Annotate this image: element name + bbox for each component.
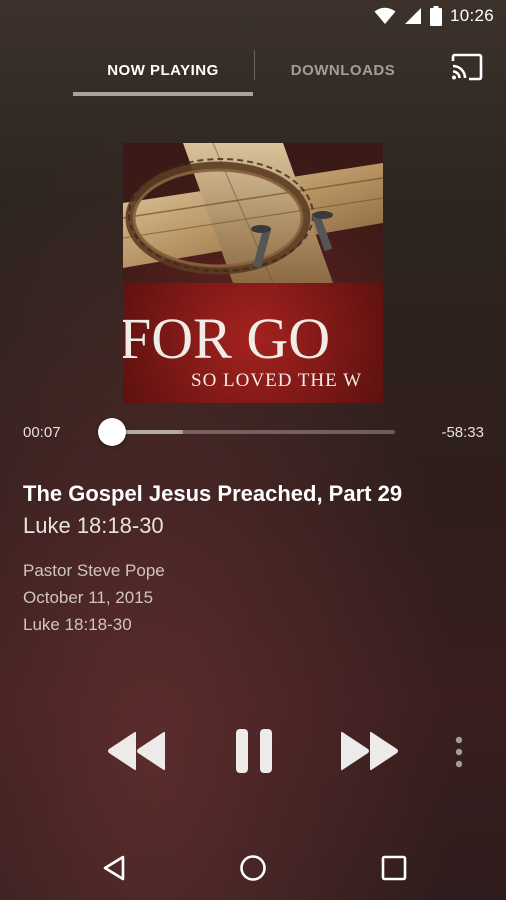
fast-forward-button[interactable] — [336, 728, 404, 774]
recents-icon — [381, 855, 407, 881]
tab-divider — [254, 50, 255, 80]
battery-icon — [429, 6, 442, 26]
system-nav-bar — [0, 834, 506, 900]
elapsed-time: 00:07 — [23, 424, 61, 441]
wifi-icon — [374, 7, 396, 24]
tab-downloads[interactable]: DOWNLOADS — [257, 48, 429, 92]
signal-icon — [404, 8, 421, 24]
remaining-time: -58:33 — [441, 424, 484, 441]
track-subtitle: Luke 18:18-30 — [23, 513, 164, 538]
album-art: FOR GO SO LOVED THE W — [123, 143, 383, 403]
track-title: The Gospel Jesus Preached, Part 29 — [23, 481, 403, 506]
album-art-subtitle: SO LOVED THE W — [191, 370, 362, 391]
tab-bar: NOW PLAYING DOWNLOADS — [0, 40, 506, 96]
fast-forward-icon — [341, 731, 398, 771]
tab-now-playing[interactable]: NOW PLAYING — [73, 48, 253, 96]
rewind-button[interactable] — [102, 728, 170, 774]
status-icons: 10:26 — [374, 6, 494, 26]
cast-icon — [451, 53, 483, 81]
seek-bar[interactable] — [112, 430, 395, 434]
home-icon — [240, 855, 266, 881]
back-icon — [103, 855, 125, 881]
sermon-date: October 11, 2015 — [23, 588, 154, 607]
album-art-image: FOR GO SO LOVED THE W — [123, 143, 383, 403]
status-time: 10:26 — [449, 6, 494, 25]
more-vert-icon — [455, 736, 463, 768]
recents-button[interactable] — [370, 844, 418, 892]
back-button[interactable] — [90, 844, 138, 892]
album-art-title: FOR GO — [123, 306, 330, 371]
pause-icon — [236, 729, 272, 773]
pause-button[interactable] — [228, 726, 280, 776]
status-bar: 10:26 — [0, 0, 506, 36]
cast-button[interactable] — [447, 50, 487, 84]
home-button[interactable] — [229, 844, 277, 892]
more-options-button[interactable] — [448, 734, 470, 770]
scripture-reference: Luke 18:18-30 — [23, 615, 132, 634]
speaker-name: Pastor Steve Pope — [23, 561, 165, 580]
seek-thumb[interactable] — [98, 418, 126, 446]
rewind-icon — [108, 731, 165, 771]
